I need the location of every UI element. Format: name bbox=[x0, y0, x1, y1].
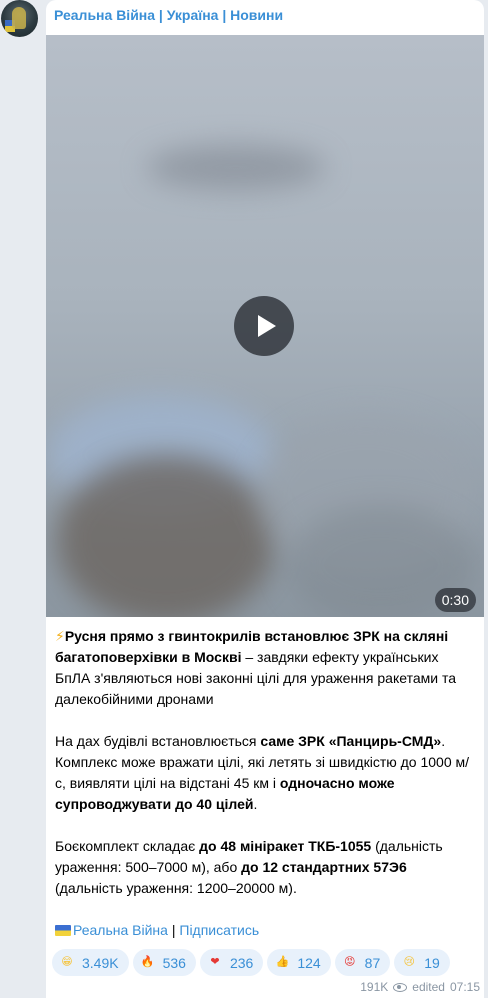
video-duration: 0:30 bbox=[434, 588, 476, 612]
reaction-count: 19 bbox=[424, 954, 440, 971]
play-button[interactable] bbox=[234, 296, 294, 356]
video-player[interactable]: 0:30 bbox=[46, 35, 484, 617]
reaction-count: 87 bbox=[364, 954, 381, 971]
reaction-count: 124 bbox=[297, 954, 321, 971]
post-footer: Реальна Війна | Підписатись bbox=[55, 920, 475, 941]
reaction-red-heart[interactable]: ❤ 236 bbox=[199, 949, 264, 976]
channel-name[interactable]: Реальна Війна | Україна | Новини bbox=[54, 7, 283, 23]
reaction-angry-face[interactable]: 😡 87 bbox=[334, 949, 391, 976]
reaction-crying-face[interactable]: 😢 19 bbox=[394, 949, 450, 976]
ukraine-flag-icon bbox=[55, 925, 71, 936]
channel-avatar[interactable] bbox=[1, 0, 38, 37]
lightning-icon: ⚡ bbox=[55, 628, 65, 644]
reaction-count: 3.49K bbox=[82, 954, 119, 971]
soldier-figure-icon bbox=[12, 7, 26, 29]
reaction-grinning-face[interactable]: 😁 3.49K bbox=[52, 949, 129, 976]
grinning-face-icon: 😁 bbox=[61, 956, 73, 968]
reaction-count: 536 bbox=[162, 954, 186, 971]
channel-link[interactable]: Реальна Війна bbox=[73, 922, 168, 938]
paragraph-3: Боєкомплект складає до 48 мініракет ТКБ-… bbox=[55, 838, 443, 896]
reaction-thumbs-up[interactable]: 👍 124 bbox=[267, 949, 331, 976]
reaction-fire[interactable]: 🔥 536 bbox=[132, 949, 196, 976]
edited-label: edited bbox=[412, 980, 445, 994]
subscribe-link[interactable]: Підписатись bbox=[179, 922, 259, 938]
reaction-count: 236 bbox=[229, 954, 254, 971]
paragraph-2: На дах будівлі встановлюється саме ЗРК «… bbox=[55, 733, 470, 812]
message-meta: 191K edited 07:15 bbox=[360, 980, 480, 994]
thumbs-up-icon: 👍 bbox=[275, 956, 290, 968]
paragraph-1: ⚡Русня прямо з гвинтокрилів встановлює З… bbox=[55, 628, 456, 707]
reactions-bar: 😁 3.49K 🔥 536 ❤ 236 👍 124 😡 87 😢 19 bbox=[52, 949, 450, 976]
red-heart-icon: ❤ bbox=[210, 956, 220, 968]
eye-icon bbox=[393, 982, 408, 992]
fire-icon: 🔥 bbox=[140, 956, 155, 968]
post-text: ⚡Русня прямо з гвинтокрилів встановлює З… bbox=[55, 626, 475, 962]
message-time: 07:15 bbox=[449, 980, 480, 994]
view-count: 191K bbox=[360, 980, 389, 994]
crying-face-icon: 😢 bbox=[403, 956, 415, 968]
angry-face-icon: 😡 bbox=[343, 956, 356, 968]
